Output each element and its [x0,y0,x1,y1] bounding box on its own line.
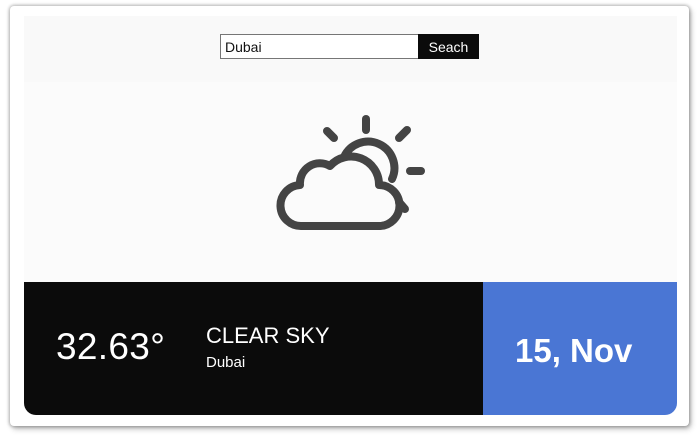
weather-description: CLEAR SKY [206,323,330,348]
partly-cloudy-icon [276,115,425,230]
search-button[interactable]: Seach [418,34,479,59]
info-panel: 32.63° CLEAR SKY Dubai [24,282,483,415]
weather-card: Seach 32.63° CLEAR SKY Dubai 15, [24,16,677,415]
search-input[interactable] [220,34,418,59]
city-name: Dubai [206,354,246,371]
date-label: 15, Nov [515,332,633,369]
search-bar: Seach [220,34,479,59]
temperature: 32.63° [56,326,166,367]
date-panel: 15, Nov [483,282,677,415]
weather-icon-area [24,82,677,282]
weather-summary: 32.63° CLEAR SKY Dubai 15, Nov [24,282,677,415]
